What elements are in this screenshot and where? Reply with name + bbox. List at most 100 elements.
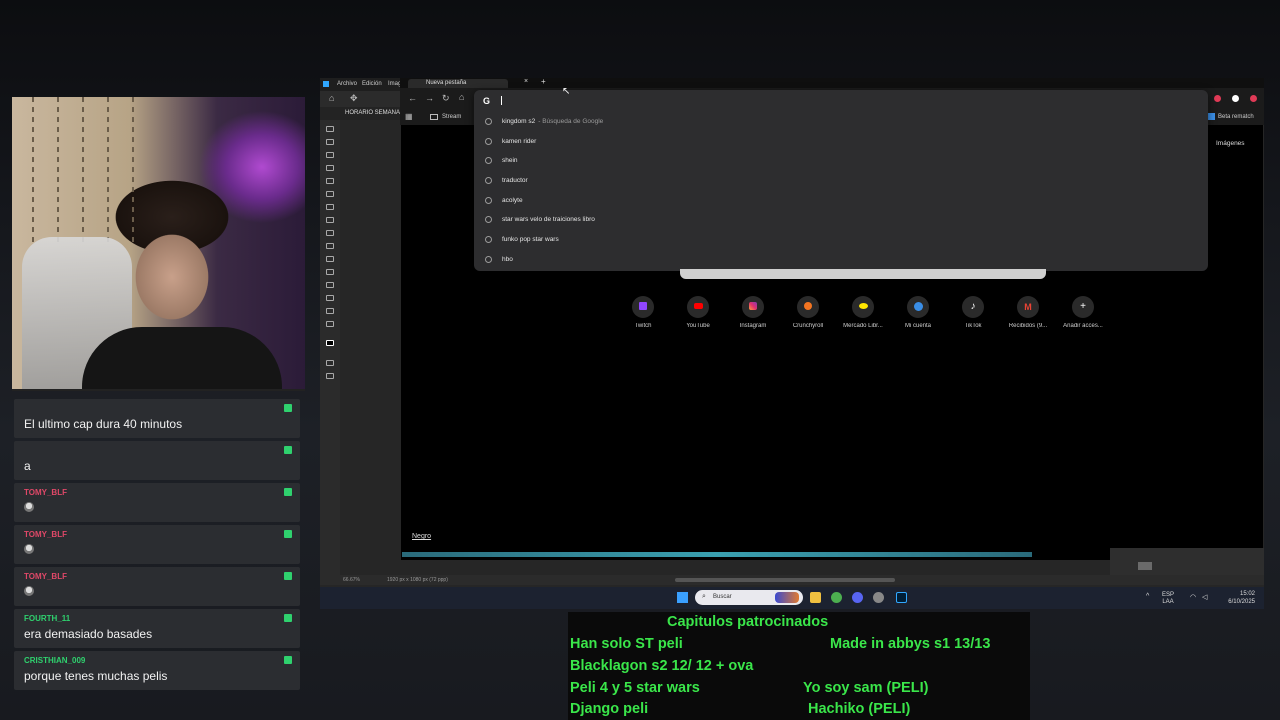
- crop-tool-icon[interactable]: [326, 178, 334, 184]
- chat-text: a: [24, 459, 31, 473]
- chat-message: TOMY_BLF: [14, 525, 300, 564]
- shortcut-add[interactable]: + Añadir acces...: [1055, 296, 1111, 329]
- text-cursor: [501, 96, 502, 105]
- mouse-cursor-icon: ↖: [562, 86, 571, 97]
- chat-text: porque tenes muchas pelis: [24, 669, 168, 683]
- suggestion-item[interactable]: kingdom s2- Búsqueda de Google: [482, 116, 1182, 130]
- settings-icon[interactable]: [873, 592, 884, 603]
- bookmark-stream[interactable]: Stream: [442, 114, 461, 120]
- chat-text: El ultimo cap dura 40 minutos: [24, 417, 183, 431]
- zoom-tool-icon[interactable]: [326, 321, 334, 327]
- suggestion-item[interactable]: shein: [482, 155, 1182, 169]
- volume-icon[interactable]: ◁: [1202, 593, 1207, 601]
- pen-tool-icon[interactable]: [326, 269, 334, 275]
- reload-icon[interactable]: ↻: [442, 93, 450, 104]
- suggestion-text: shein: [502, 157, 518, 164]
- home-icon[interactable]: ⌂: [329, 93, 334, 103]
- chat-text: era demasiado basades: [24, 627, 153, 641]
- mercadolibre-icon: [852, 296, 874, 318]
- gradient-tool-icon[interactable]: [326, 243, 334, 249]
- document-tab[interactable]: HORARIO SEMANAL: [345, 110, 403, 116]
- suggestion-item[interactable]: acolyte: [482, 195, 1182, 209]
- file-explorer-icon[interactable]: [810, 592, 821, 603]
- path-select-icon[interactable]: [326, 282, 334, 288]
- menu-edicion[interactable]: Edición: [362, 81, 382, 87]
- apps-grid-icon[interactable]: ▦: [405, 112, 413, 121]
- document-info: 1920 px x 1080 px (72 ppp): [387, 577, 448, 583]
- shortcut-crunchyroll[interactable]: Crunchyroll: [780, 296, 836, 329]
- shortcut-label: Twitch: [634, 323, 652, 329]
- profile-icon[interactable]: [1250, 95, 1257, 102]
- bookmark-beta-rematch[interactable]: Beta rematch: [1218, 114, 1254, 120]
- language-indicator[interactable]: ESP LAA: [1162, 592, 1174, 606]
- stamp-tool-icon[interactable]: [326, 217, 334, 223]
- clock-date: 6/10/2025: [1228, 599, 1255, 605]
- shape-tool-icon[interactable]: [326, 295, 334, 301]
- shortcut-gmail[interactable]: M Recibidos (9...: [1000, 296, 1056, 329]
- windows-start-icon[interactable]: [677, 592, 688, 603]
- bead-curtain: [32, 97, 34, 247]
- home-icon[interactable]: ⌂: [459, 92, 464, 102]
- bead-curtain: [82, 97, 84, 247]
- menu-archivo[interactable]: Archivo: [337, 81, 357, 87]
- close-tab-icon[interactable]: ×: [524, 78, 528, 85]
- shortcut-mercadolibre[interactable]: Mercado Libr...: [835, 296, 891, 329]
- history-icon: [485, 138, 492, 145]
- photoshop-icon[interactable]: [896, 592, 907, 603]
- tiktok-icon: ♪: [962, 296, 984, 318]
- badge-icon: [284, 446, 292, 454]
- eraser-tool-icon[interactable]: [326, 230, 334, 236]
- extension-icon[interactable]: [1214, 95, 1221, 102]
- suggestion-item[interactable]: traductor: [482, 175, 1182, 189]
- chat-username: FOURTH_11: [24, 614, 71, 623]
- text-tool-icon[interactable]: [326, 256, 334, 262]
- quick-mask-icon[interactable]: [326, 360, 334, 366]
- move-tool-icon[interactable]: ✥: [350, 93, 358, 104]
- sponsored-item: Han solo ST peli: [570, 636, 683, 652]
- face-emote-icon: [24, 502, 34, 512]
- new-tab-icon[interactable]: +: [541, 78, 546, 86]
- extension-icon[interactable]: [1232, 95, 1239, 102]
- layer-thumbnail[interactable]: [1138, 562, 1152, 570]
- eyedropper-icon[interactable]: [326, 191, 334, 197]
- screen-mode-icon[interactable]: [326, 373, 334, 379]
- images-link[interactable]: Imágenes: [1216, 140, 1245, 147]
- discord-icon[interactable]: [852, 592, 863, 603]
- shortcut-label: Mercado Libr...: [843, 323, 883, 329]
- shortcut-label: Crunchyroll: [792, 323, 824, 329]
- sponsored-title: Capitulos patrocinados: [667, 614, 829, 630]
- shortcut-tiktok[interactable]: ♪ TikTok: [945, 296, 1001, 329]
- horizontal-scrollbar[interactable]: [675, 578, 895, 582]
- suggestion-item[interactable]: kamen rider: [482, 136, 1182, 150]
- wifi-icon[interactable]: ◠: [1190, 593, 1196, 601]
- hand-tool-icon[interactable]: [326, 308, 334, 314]
- brush-tool-icon[interactable]: [326, 204, 334, 210]
- badge-icon: [284, 488, 292, 496]
- foreground-color-icon[interactable]: [326, 340, 334, 346]
- shortcut-instagram[interactable]: Instagram: [725, 296, 781, 329]
- back-icon[interactable]: ←: [408, 93, 417, 103]
- quick-select-icon[interactable]: [326, 165, 334, 171]
- chrome-icon[interactable]: [831, 592, 842, 603]
- google-search-box[interactable]: [680, 269, 1046, 279]
- clock[interactable]: 15:02 6/10/2025: [1225, 590, 1255, 606]
- taskbar-search[interactable]: ⌕ Buscar: [695, 590, 803, 605]
- forward-icon[interactable]: →: [425, 93, 434, 103]
- shortcut-label: YouTube: [686, 323, 710, 329]
- sponsored-item: Yo soy sam (PELI): [803, 680, 929, 696]
- marquee-tool-icon[interactable]: [326, 139, 334, 145]
- shortcut-mi-cuenta[interactable]: Mi cuenta: [890, 296, 946, 329]
- crunchyroll-icon: [797, 296, 819, 318]
- suggestion-item[interactable]: star wars velo de traiciones libro: [482, 214, 1182, 228]
- suggestion-item[interactable]: funko pop star wars: [482, 234, 1182, 248]
- chevron-up-icon[interactable]: ^: [1146, 593, 1149, 600]
- plus-icon: +: [1072, 296, 1094, 318]
- shortcut-twitch[interactable]: Twitch: [615, 296, 671, 329]
- suggestion-text: acolyte: [502, 197, 523, 204]
- photoshop-statusbar: 66.67% 1920 px x 1080 px (72 ppp): [320, 575, 1264, 585]
- lasso-tool-icon[interactable]: [326, 152, 334, 158]
- omnibox-dropdown: G kingdom s2- Búsqueda de Google kamen r…: [474, 90, 1208, 271]
- suggestion-item[interactable]: hbo: [482, 254, 1182, 268]
- shortcut-youtube[interactable]: YouTube: [670, 296, 726, 329]
- move-tool-icon[interactable]: [326, 126, 334, 132]
